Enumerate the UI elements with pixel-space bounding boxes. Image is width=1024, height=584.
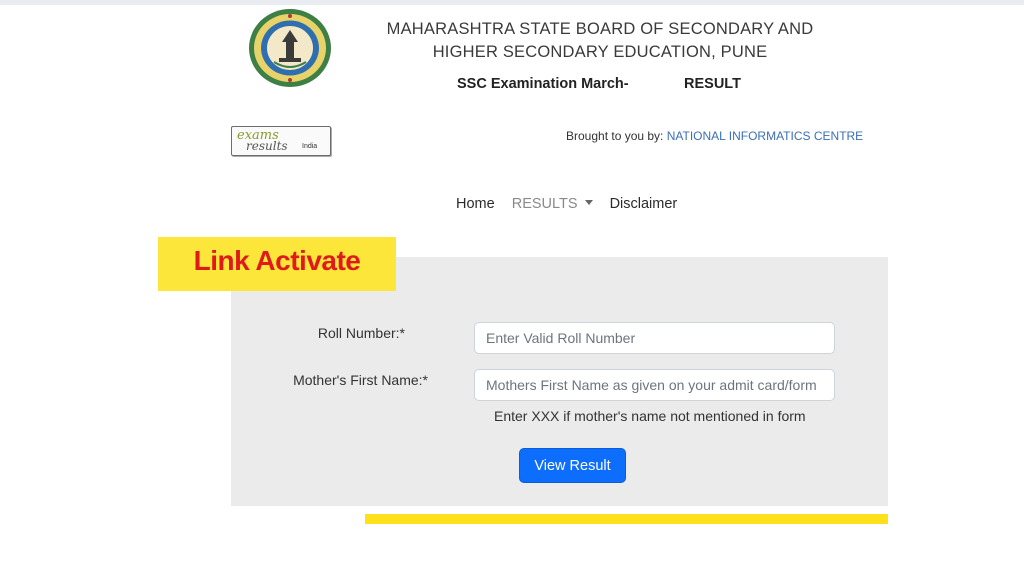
nic-link[interactable]: NATIONAL INFORMATICS CENTRE (667, 129, 863, 143)
mother-name-label: Mother's First Name:* (293, 372, 428, 388)
roll-number-input[interactable] (474, 322, 835, 354)
credit-line: Brought to you by: NATIONAL INFORMATICS … (566, 129, 863, 143)
board-title-line2: HIGHER SECONDARY EDUCATION, PUNE (432, 43, 768, 61)
caret-down-icon (584, 199, 593, 205)
board-title-line1: MAHARASHTRA STATE BOARD OF SECONDARY AND (386, 20, 814, 38)
top-border (0, 0, 1024, 5)
link-activate-badge: Link Activate (158, 237, 396, 291)
board-seal-icon (249, 9, 331, 87)
exam-result-heading: RESULT (684, 76, 741, 92)
roll-number-label: Roll Number:* (317, 325, 405, 341)
view-result-button[interactable]: View Result (519, 448, 626, 483)
main-nav: Home RESULTS Disclaimer (456, 196, 690, 212)
nav-home[interactable]: Home (456, 196, 495, 212)
logo-word-india: India (302, 143, 318, 150)
nav-results-label: RESULTS (511, 196, 578, 212)
nav-results-dropdown[interactable]: RESULTS (512, 196, 593, 212)
nav-disclaimer[interactable]: Disclaimer (610, 196, 678, 212)
decorative-yellow-bar (365, 514, 888, 524)
badge-text: Link Activate (193, 245, 361, 276)
exam-name: SSC Examination March- (457, 76, 629, 92)
examresults-logo[interactable]: exams results India (231, 126, 331, 156)
logo-word-results: results (246, 139, 288, 153)
mother-name-input[interactable] (474, 369, 835, 401)
mother-name-hint: Enter XXX if mother's name not mentioned… (494, 408, 806, 424)
credit-prefix: Brought to you by: (566, 129, 667, 143)
board-title: MAHARASHTRA STATE BOARD OF SECONDARY AND… (380, 18, 820, 64)
